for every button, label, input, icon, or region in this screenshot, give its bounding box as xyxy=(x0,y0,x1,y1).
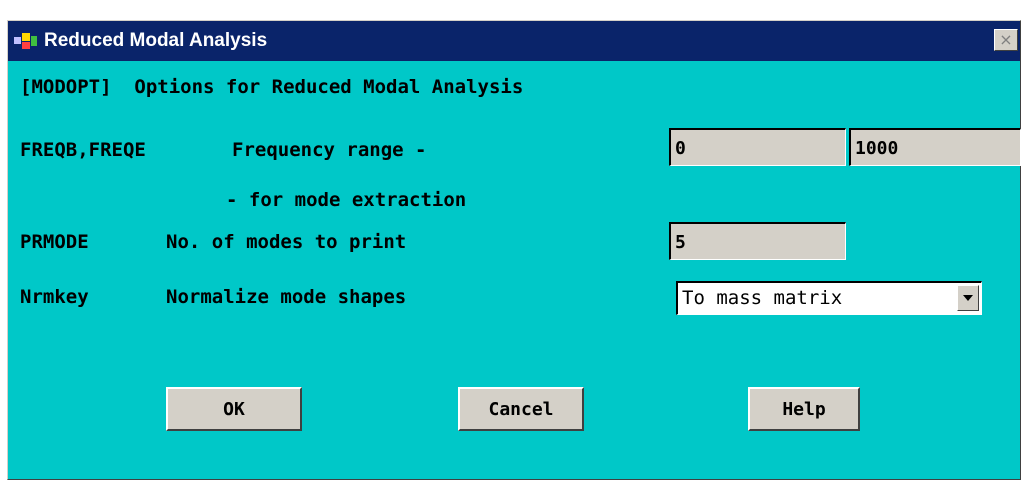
freq-description-label: Frequency range - xyxy=(232,139,427,161)
prmode-key-label: PRMODE xyxy=(20,231,89,253)
prmode-description-label: No. of modes to print xyxy=(166,231,407,253)
nrmkey-selected-value: To mass matrix xyxy=(682,287,843,309)
chevron-down-icon[interactable] xyxy=(957,285,979,311)
freq-end-input[interactable] xyxy=(849,128,1021,166)
app-icon xyxy=(14,32,40,50)
freq-key-label: FREQB,FREQE xyxy=(20,139,146,161)
prmode-input[interactable] xyxy=(669,222,846,260)
nrmkey-key-label: Nrmkey xyxy=(20,286,89,308)
dialog-window: Reduced Modal Analysis × [MODOPT] Option… xyxy=(7,20,1021,480)
freq-begin-input[interactable] xyxy=(669,128,846,166)
title-bar[interactable]: Reduced Modal Analysis × xyxy=(8,21,1020,61)
nrmkey-description-label: Normalize mode shapes xyxy=(166,286,407,308)
nrmkey-select[interactable]: To mass matrix xyxy=(676,281,982,315)
help-button[interactable]: Help xyxy=(748,387,860,431)
cancel-button[interactable]: Cancel xyxy=(458,387,584,431)
close-icon[interactable]: × xyxy=(994,29,1018,51)
window-title: Reduced Modal Analysis xyxy=(44,30,268,51)
freq-sublabel: - for mode extraction xyxy=(226,189,467,211)
ok-button[interactable]: OK xyxy=(166,387,302,431)
dialog-header: [MODOPT] Options for Reduced Modal Analy… xyxy=(20,76,524,98)
